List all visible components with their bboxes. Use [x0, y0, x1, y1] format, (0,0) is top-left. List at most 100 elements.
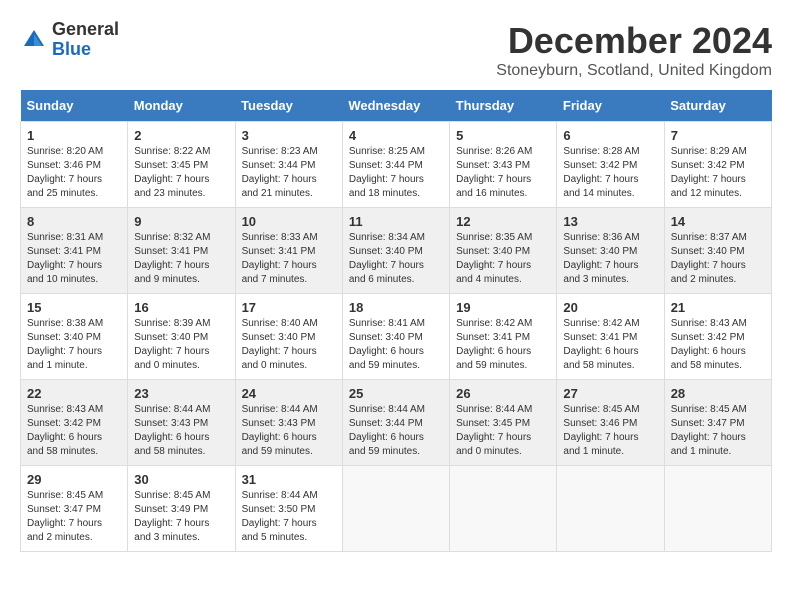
cell-text: Sunrise: 8:45 AMSunset: 3:46 PMDaylight:… — [563, 404, 639, 457]
calendar-cell: 27 Sunrise: 8:45 AMSunset: 3:46 PMDayligh… — [557, 380, 664, 466]
cell-text: Sunrise: 8:44 AMSunset: 3:43 PMDaylight:… — [134, 404, 210, 457]
calendar-cell: 17 Sunrise: 8:40 AMSunset: 3:40 PMDayligh… — [235, 294, 342, 380]
day-number: 11 — [349, 214, 443, 229]
cell-text: Sunrise: 8:35 AMSunset: 3:40 PMDaylight:… — [456, 232, 532, 285]
day-number: 23 — [134, 386, 228, 401]
calendar-cell: 24Sunrise: 8:44 AMSunset: 3:43 PMDayligh… — [235, 380, 342, 466]
day-number: 1 — [27, 128, 121, 143]
calendar-cell: 18 Sunrise: 8:41 AMSunset: 3:40 PMDayligh… — [342, 294, 449, 380]
day-number: 17 — [242, 300, 336, 315]
calendar-cell — [450, 466, 557, 552]
location: Stoneyburn, Scotland, United Kingdom — [496, 62, 772, 80]
cell-text: Sunrise: 8:29 AMSunset: 3:42 PMDaylight:… — [671, 146, 747, 199]
cell-text: Sunrise: 8:44 AMSunset: 3:45 PMDaylight:… — [456, 404, 532, 457]
day-number: 14 — [671, 214, 765, 229]
day-number: 13 — [563, 214, 657, 229]
calendar-cell: 21 Sunrise: 8:43 AMSunset: 3:42 PMDayligh… — [664, 294, 771, 380]
day-number: 7 — [671, 128, 765, 143]
weekday-header-saturday: Saturday — [664, 90, 771, 122]
cell-text: Sunrise: 8:22 AMSunset: 3:45 PMDaylight:… — [134, 146, 210, 199]
cell-text: Sunrise: 8:28 AMSunset: 3:42 PMDaylight:… — [563, 146, 639, 199]
calendar-cell: 6 Sunrise: 8:28 AMSunset: 3:42 PMDaylight… — [557, 122, 664, 208]
calendar-cell: 3Sunrise: 8:23 AMSunset: 3:44 PMDaylight… — [235, 122, 342, 208]
day-number: 30 — [134, 472, 228, 487]
cell-text: Sunrise: 8:37 AMSunset: 3:40 PMDaylight:… — [671, 232, 747, 285]
cell-text: Sunrise: 8:42 AMSunset: 3:41 PMDaylight:… — [563, 318, 639, 371]
cell-text: Sunrise: 8:44 AMSunset: 3:50 PMDaylight:… — [242, 490, 318, 543]
day-number: 27 — [563, 386, 657, 401]
cell-text: Sunrise: 8:41 AMSunset: 3:40 PMDaylight:… — [349, 318, 425, 371]
day-number: 21 — [671, 300, 765, 315]
cell-text: Sunrise: 8:39 AMSunset: 3:40 PMDaylight:… — [134, 318, 210, 371]
calendar-cell: 1Sunrise: 8:20 AMSunset: 3:46 PMDaylight… — [21, 122, 128, 208]
day-number: 29 — [27, 472, 121, 487]
cell-text: Sunrise: 8:36 AMSunset: 3:40 PMDaylight:… — [563, 232, 639, 285]
calendar-cell: 31 Sunrise: 8:44 AMSunset: 3:50 PMDayligh… — [235, 466, 342, 552]
day-number: 3 — [242, 128, 336, 143]
weekday-header-tuesday: Tuesday — [235, 90, 342, 122]
cell-text: Sunrise: 8:34 AMSunset: 3:40 PMDaylight:… — [349, 232, 425, 285]
calendar-cell: 23 Sunrise: 8:44 AMSunset: 3:43 PMDayligh… — [128, 380, 235, 466]
day-number: 25 — [349, 386, 443, 401]
logo-text: General Blue — [52, 20, 119, 60]
calendar-cell: 20 Sunrise: 8:42 AMSunset: 3:41 PMDayligh… — [557, 294, 664, 380]
calendar-week-row: 1Sunrise: 8:20 AMSunset: 3:46 PMDaylight… — [21, 122, 772, 208]
calendar-cell: 26Sunrise: 8:44 AMSunset: 3:45 PMDayligh… — [450, 380, 557, 466]
weekday-header-thursday: Thursday — [450, 90, 557, 122]
calendar-cell: 8 Sunrise: 8:31 AMSunset: 3:41 PMDaylight… — [21, 208, 128, 294]
calendar-cell: 22Sunrise: 8:43 AMSunset: 3:42 PMDayligh… — [21, 380, 128, 466]
calendar-cell: 7 Sunrise: 8:29 AMSunset: 3:42 PMDaylight… — [664, 122, 771, 208]
day-number: 19 — [456, 300, 550, 315]
calendar-cell: 5 Sunrise: 8:26 AMSunset: 3:43 PMDaylight… — [450, 122, 557, 208]
day-number: 20 — [563, 300, 657, 315]
weekday-header-friday: Friday — [557, 90, 664, 122]
day-number: 5 — [456, 128, 550, 143]
day-number: 10 — [242, 214, 336, 229]
calendar-cell: 4Sunrise: 8:25 AMSunset: 3:44 PMDaylight… — [342, 122, 449, 208]
calendar-cell: 2 Sunrise: 8:22 AMSunset: 3:45 PMDaylight… — [128, 122, 235, 208]
weekday-header-row: SundayMondayTuesdayWednesdayThursdayFrid… — [21, 90, 772, 122]
weekday-header-sunday: Sunday — [21, 90, 128, 122]
cell-text: Sunrise: 8:40 AMSunset: 3:40 PMDaylight:… — [242, 318, 318, 371]
logo-general: General — [52, 19, 119, 39]
calendar-cell: 9 Sunrise: 8:32 AMSunset: 3:41 PMDaylight… — [128, 208, 235, 294]
cell-text: Sunrise: 8:45 AMSunset: 3:49 PMDaylight:… — [134, 490, 210, 543]
cell-text: Sunrise: 8:45 AMSunset: 3:47 PMDaylight:… — [671, 404, 747, 457]
weekday-header-monday: Monday — [128, 90, 235, 122]
cell-text: Sunrise: 8:38 AMSunset: 3:40 PMDaylight:… — [27, 318, 103, 371]
cell-text: Sunrise: 8:44 AMSunset: 3:44 PMDaylight:… — [349, 404, 425, 457]
calendar-table: SundayMondayTuesdayWednesdayThursdayFrid… — [20, 90, 772, 552]
month-title: December 2024 — [496, 20, 772, 62]
calendar-cell: 13 Sunrise: 8:36 AMSunset: 3:40 PMDayligh… — [557, 208, 664, 294]
cell-text: Sunrise: 8:43 AMSunset: 3:42 PMDaylight:… — [671, 318, 747, 371]
calendar-week-row: 15 Sunrise: 8:38 AMSunset: 3:40 PMDayligh… — [21, 294, 772, 380]
day-number: 18 — [349, 300, 443, 315]
cell-text: Sunrise: 8:25 AMSunset: 3:44 PMDaylight:… — [349, 146, 425, 199]
calendar-cell: 30 Sunrise: 8:45 AMSunset: 3:49 PMDayligh… — [128, 466, 235, 552]
cell-text: Sunrise: 8:32 AMSunset: 3:41 PMDaylight:… — [134, 232, 210, 285]
day-number: 9 — [134, 214, 228, 229]
day-number: 2 — [134, 128, 228, 143]
cell-text: Sunrise: 8:43 AMSunset: 3:42 PMDaylight:… — [27, 404, 103, 457]
calendar-cell: 14 Sunrise: 8:37 AMSunset: 3:40 PMDayligh… — [664, 208, 771, 294]
calendar-cell: 11 Sunrise: 8:34 AMSunset: 3:40 PMDayligh… — [342, 208, 449, 294]
cell-text: Sunrise: 8:33 AMSunset: 3:41 PMDaylight:… — [242, 232, 318, 285]
logo: General Blue — [20, 20, 119, 60]
calendar-week-row: 8 Sunrise: 8:31 AMSunset: 3:41 PMDaylight… — [21, 208, 772, 294]
calendar-cell: 28 Sunrise: 8:45 AMSunset: 3:47 PMDayligh… — [664, 380, 771, 466]
cell-text: Sunrise: 8:31 AMSunset: 3:41 PMDaylight:… — [27, 232, 103, 285]
calendar-cell: 16Sunrise: 8:39 AMSunset: 3:40 PMDayligh… — [128, 294, 235, 380]
calendar-cell: 29 Sunrise: 8:45 AMSunset: 3:47 PMDayligh… — [21, 466, 128, 552]
day-number: 15 — [27, 300, 121, 315]
cell-text: Sunrise: 8:45 AMSunset: 3:47 PMDaylight:… — [27, 490, 103, 543]
day-number: 31 — [242, 472, 336, 487]
cell-text: Sunrise: 8:42 AMSunset: 3:41 PMDaylight:… — [456, 318, 532, 371]
day-number: 28 — [671, 386, 765, 401]
day-number: 8 — [27, 214, 121, 229]
logo-icon — [20, 26, 48, 54]
logo-blue: Blue — [52, 39, 91, 59]
calendar-cell: 25 Sunrise: 8:44 AMSunset: 3:44 PMDayligh… — [342, 380, 449, 466]
day-number: 6 — [563, 128, 657, 143]
cell-text: Sunrise: 8:26 AMSunset: 3:43 PMDaylight:… — [456, 146, 532, 199]
calendar-cell: 12Sunrise: 8:35 AMSunset: 3:40 PMDayligh… — [450, 208, 557, 294]
